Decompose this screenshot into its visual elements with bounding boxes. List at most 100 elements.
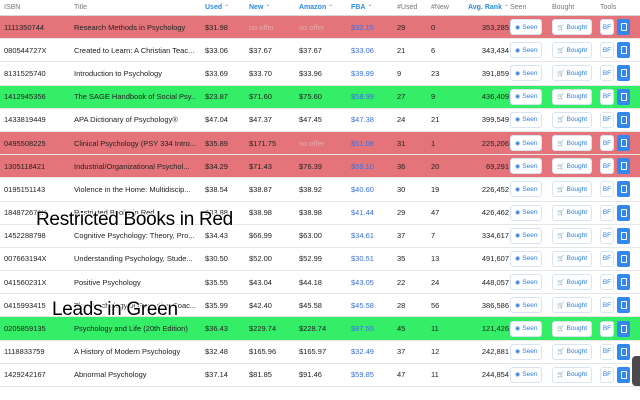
seen-button[interactable]: ◉ Seen bbox=[510, 111, 543, 128]
title-value: Positive Psychology bbox=[74, 277, 141, 287]
seen-button[interactable]: ◉ Seen bbox=[510, 227, 543, 244]
calculator-button[interactable] bbox=[617, 88, 630, 105]
bought-button[interactable]: 🛒 Bought bbox=[552, 297, 593, 314]
col-used-sort[interactable]: Used ⌃ bbox=[205, 0, 249, 15]
seen-button-label: Seen bbox=[522, 278, 538, 286]
amazon-price-cell: no offer bbox=[299, 132, 351, 154]
bf-button[interactable]: BF bbox=[600, 42, 614, 59]
calculator-button[interactable] bbox=[617, 227, 630, 244]
bought-button[interactable]: 🛒 Bought bbox=[552, 65, 593, 82]
calculator-button[interactable] bbox=[617, 111, 630, 128]
seen-button[interactable]: ◉ Seen bbox=[510, 366, 543, 383]
scrollbar-thumb[interactable] bbox=[632, 356, 640, 386]
new-price: $33.70 bbox=[249, 68, 272, 78]
seen-button[interactable]: ◉ Seen bbox=[510, 42, 543, 59]
num-new: 23 bbox=[431, 68, 440, 78]
bf-button[interactable]: BF bbox=[600, 297, 614, 314]
seen-button[interactable]: ◉ Seen bbox=[510, 19, 543, 36]
bought-button[interactable]: 🛒 Bought bbox=[552, 204, 593, 221]
num-used-cell: 29 bbox=[397, 16, 429, 38]
col-fba-sort[interactable]: FBA ⌃ bbox=[351, 0, 396, 15]
calculator-button[interactable] bbox=[617, 181, 630, 198]
bought-button[interactable]: 🛒 Bought bbox=[552, 181, 593, 198]
calculator-button[interactable] bbox=[617, 366, 630, 383]
bf-button[interactable]: BF bbox=[600, 65, 614, 82]
bought-button[interactable]: 🛒 Bought bbox=[552, 274, 593, 291]
bf-button[interactable]: BF bbox=[600, 366, 614, 383]
seen-button[interactable]: ◉ Seen bbox=[510, 320, 543, 337]
col-amazon-sort[interactable]: Amazon ⌃ bbox=[299, 0, 351, 15]
bought-button[interactable]: 🛒 Bought bbox=[552, 227, 593, 244]
bf-button[interactable]: BF bbox=[600, 320, 614, 337]
calculator-button[interactable] bbox=[617, 204, 630, 221]
calculator-button[interactable] bbox=[617, 158, 630, 175]
num-used-cell: 45 bbox=[397, 317, 429, 339]
seen-button[interactable]: ◉ Seen bbox=[510, 135, 543, 152]
bf-button[interactable]: BF bbox=[600, 135, 614, 152]
calculator-button[interactable] bbox=[617, 274, 630, 291]
bf-button[interactable]: BF bbox=[600, 181, 614, 198]
bought-cell: 🛒 Bought bbox=[552, 132, 598, 154]
bought-button[interactable]: 🛒 Bought bbox=[552, 343, 593, 360]
bought-cell: 🛒 Bought bbox=[552, 341, 598, 363]
amazon-price-cell: $228.74 bbox=[299, 317, 351, 339]
calculator-button[interactable] bbox=[617, 135, 630, 152]
seen-button[interactable]: ◉ Seen bbox=[510, 88, 543, 105]
bf-button[interactable]: BF bbox=[600, 158, 614, 175]
col-new-sort[interactable]: New ⌃ bbox=[249, 0, 299, 15]
used-price: $32.48 bbox=[205, 347, 228, 357]
calculator-button[interactable] bbox=[617, 65, 630, 82]
fba-price-cell: $87.55 bbox=[351, 317, 396, 339]
calculator-button[interactable] bbox=[617, 343, 630, 360]
seen-button[interactable]: ◉ Seen bbox=[510, 181, 543, 198]
isbn-cell: 0205859135 bbox=[4, 317, 70, 339]
title-value: Abnormal Psychology bbox=[74, 370, 147, 380]
eye-icon: ◉ bbox=[515, 210, 521, 217]
bf-button[interactable]: BF bbox=[600, 343, 614, 360]
avg-rank-cell: 426,462 bbox=[461, 202, 509, 224]
calculator-button[interactable] bbox=[617, 297, 630, 314]
sort-icon: ⌃ bbox=[328, 5, 334, 11]
calculator-icon bbox=[620, 254, 627, 263]
bf-button[interactable]: BF bbox=[600, 274, 614, 291]
calculator-button[interactable] bbox=[617, 19, 630, 36]
avg-rank-cell: 121,426 bbox=[461, 317, 509, 339]
isbn-cell: 1429242167 bbox=[4, 364, 70, 386]
bought-button[interactable]: 🛒 Bought bbox=[552, 158, 593, 175]
seen-button[interactable]: ◉ Seen bbox=[510, 343, 543, 360]
eye-icon: ◉ bbox=[515, 326, 521, 333]
bf-button[interactable]: BF bbox=[600, 88, 614, 105]
bought-button[interactable]: 🛒 Bought bbox=[552, 111, 593, 128]
bf-button[interactable]: BF bbox=[600, 250, 614, 267]
seen-button[interactable]: ◉ Seen bbox=[510, 274, 543, 291]
bought-button[interactable]: 🛒 Bought bbox=[552, 250, 593, 267]
bought-button[interactable]: 🛒 Bought bbox=[552, 88, 593, 105]
col-title-label: Title bbox=[74, 4, 87, 11]
bf-button[interactable]: BF bbox=[600, 204, 614, 221]
cart-icon: 🛒 bbox=[557, 372, 565, 379]
bought-button[interactable]: 🛒 Bought bbox=[552, 19, 593, 36]
seen-button[interactable]: ◉ Seen bbox=[510, 204, 543, 221]
num-new-cell: 47 bbox=[431, 202, 461, 224]
bf-button[interactable]: BF bbox=[600, 111, 614, 128]
bought-button[interactable]: 🛒 Bought bbox=[552, 135, 593, 152]
bf-button[interactable]: BF bbox=[600, 227, 614, 244]
bought-button[interactable]: 🛒 Bought bbox=[552, 42, 593, 59]
avg-rank: 225,206 bbox=[481, 138, 509, 148]
seen-button[interactable]: ◉ Seen bbox=[510, 250, 543, 267]
eye-icon: ◉ bbox=[515, 256, 521, 263]
title-cell: Cognitive Psychology: Theory, Pro... bbox=[74, 225, 196, 247]
seen-button[interactable]: ◉ Seen bbox=[510, 65, 543, 82]
seen-button[interactable]: ◉ Seen bbox=[510, 297, 543, 314]
calculator-button[interactable] bbox=[617, 250, 630, 267]
bought-button[interactable]: 🛒 Bought bbox=[552, 320, 593, 337]
seen-button[interactable]: ◉ Seen bbox=[510, 158, 543, 175]
bought-button[interactable]: 🛒 Bought bbox=[552, 366, 593, 383]
num-used: 24 bbox=[397, 115, 406, 125]
seen-button-label: Seen bbox=[522, 93, 538, 101]
isbn-value: 1452288798 bbox=[4, 231, 46, 241]
bf-button[interactable]: BF bbox=[600, 19, 614, 36]
calculator-button[interactable] bbox=[617, 42, 630, 59]
col-avg-rank-sort[interactable]: Avg. Rank ⌃ bbox=[461, 0, 509, 15]
calculator-button[interactable] bbox=[617, 320, 630, 337]
